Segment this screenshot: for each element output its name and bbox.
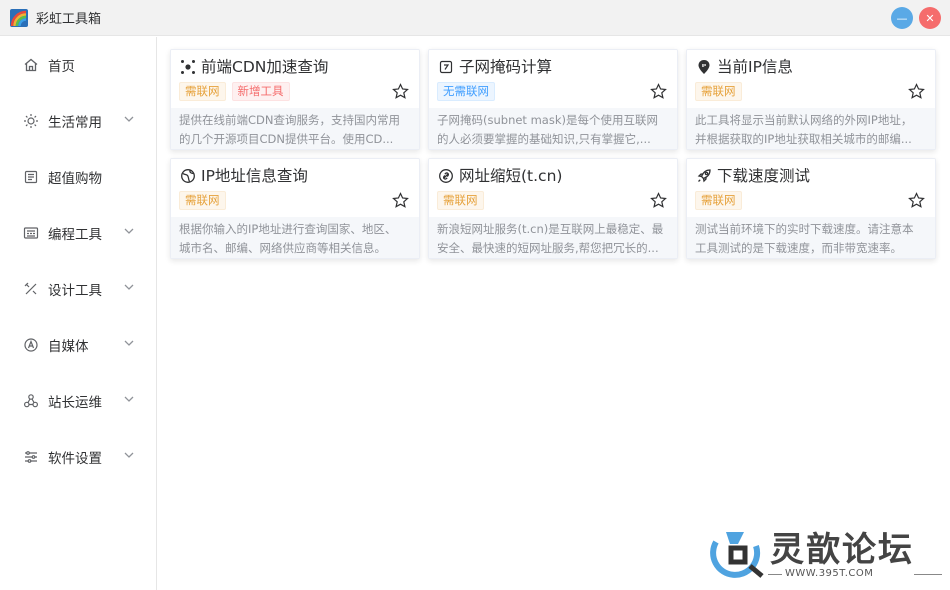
card-title: 子网掩码计算 — [459, 58, 553, 76]
card-title: IP地址信息查询 — [201, 167, 308, 185]
chevron-down-icon — [124, 340, 134, 346]
network-required-badge: 需联网 — [695, 191, 742, 210]
close-icon: ✕ — [925, 11, 935, 25]
card-description: 此工具将显示当前默认网络的外网IP地址， 并根据获取的IP地址获取相关城市的邮编… — [695, 113, 913, 146]
chevron-down-icon — [124, 116, 134, 122]
chevron-down-icon — [124, 396, 134, 402]
chevron-down-icon — [124, 228, 134, 234]
card-description: 测试当前环境下的实时下载速度。请注意本 工具测试的是下载速度，而非带宽速率。 — [695, 222, 914, 255]
title-bar: 彩虹工具箱 — ✕ — [0, 0, 950, 36]
card-description: 新浪短网址服务(t.cn)是互联网上最稳定、最 安全、最快速的短网址服务,帮您把… — [437, 222, 664, 255]
minimize-icon: — — [896, 11, 908, 25]
tool-card-cdn[interactable]: 前端CDN加速查询 需联网 新增工具 提供在线前端CDN查询服务，支持国内常用 … — [170, 49, 420, 150]
settings-icon — [22, 448, 40, 466]
sidebar-item-life[interactable]: 生活常用 — [0, 93, 156, 149]
tool-card-speed-test[interactable]: 下载速度测试 需联网 测试当前环境下的实时下载速度。请注意本 工具测试的是下载速… — [686, 158, 936, 259]
network-required-badge: 需联网 — [695, 82, 742, 101]
sidebar-item-label: 超值购物 — [48, 171, 102, 187]
tool-card-ip-lookup[interactable]: IP地址信息查询 需联网 根据你输入的IP地址进行查询国家、地区、 城市名、邮编… — [170, 158, 420, 259]
sidebar-item-label: 自媒体 — [48, 339, 89, 355]
tool-card-url-shortener[interactable]: 网址缩短(t.cn) 需联网 新浪短网址服务(t.cn)是互联网上最稳定、最 安… — [428, 158, 678, 259]
sidebar-item-ops[interactable]: 站长运维 — [0, 373, 156, 429]
media-icon — [22, 336, 40, 354]
sidebar-item-home[interactable]: 首页 — [0, 37, 156, 93]
code-icon — [22, 224, 40, 242]
sidebar-item-label: 编程工具 — [48, 227, 102, 243]
card-title: 当前IP信息 — [717, 58, 793, 76]
sidebar-item-settings[interactable]: 软件设置 — [0, 429, 156, 485]
app-title: 彩虹工具箱 — [36, 12, 102, 27]
card-description: 根据你输入的IP地址进行查询国家、地区、 城市名、邮编、网络供应商等相关信息。 — [179, 222, 397, 255]
home-icon — [22, 56, 40, 74]
minimize-button[interactable]: — — [891, 7, 913, 29]
star-icon[interactable] — [908, 83, 925, 100]
card-title: 网址缩短(t.cn) — [459, 167, 563, 185]
card-title: 前端CDN加速查询 — [201, 58, 329, 76]
rainbow-logo-icon — [10, 8, 28, 27]
design-icon — [22, 280, 40, 298]
card-description: 提供在线前端CDN查询服务，支持国内常用 的几个开源项目CDN提供平台。使用CD… — [179, 113, 400, 146]
rocket-icon — [696, 168, 712, 184]
globe-icon — [180, 168, 196, 184]
divider — [768, 574, 782, 575]
calculator-icon — [438, 59, 454, 75]
network-required-badge: 需联网 — [437, 191, 484, 210]
sidebar-item-label: 首页 — [48, 59, 75, 75]
ip-location-icon: IP — [696, 59, 712, 75]
close-button[interactable]: ✕ — [919, 7, 941, 29]
tool-grid: 前端CDN加速查询 需联网 新增工具 提供在线前端CDN查询服务，支持国内常用 … — [158, 37, 950, 590]
watermark: 灵歆论坛 WWW.395T.COM — [710, 520, 945, 582]
star-icon[interactable] — [650, 192, 667, 209]
sidebar-item-label: 站长运维 — [48, 395, 102, 411]
sidebar-item-design[interactable]: 设计工具 — [0, 261, 156, 317]
link-icon — [438, 168, 454, 184]
tool-card-subnet[interactable]: 子网掩码计算 无需联网 子网掩码(subnet mask)是每个使用互联网 的人… — [428, 49, 678, 150]
sidebar-item-shopping[interactable]: 超值购物 — [0, 149, 156, 205]
star-icon[interactable] — [650, 83, 667, 100]
star-icon[interactable] — [392, 83, 409, 100]
sidebar-item-programming[interactable]: 编程工具 — [0, 205, 156, 261]
chevron-down-icon — [124, 452, 134, 458]
sidebar-item-media[interactable]: 自媒体 — [0, 317, 156, 373]
shopping-icon — [22, 168, 40, 186]
network-required-badge: 需联网 — [179, 82, 226, 101]
svg-text:IP: IP — [702, 63, 706, 68]
offline-badge: 无需联网 — [437, 82, 495, 101]
star-icon[interactable] — [908, 192, 925, 209]
watermark-logo-icon — [710, 532, 764, 578]
watermark-url: WWW.395T.COM — [785, 568, 874, 579]
cdn-icon — [180, 59, 196, 75]
sidebar-item-label: 设计工具 — [48, 283, 102, 299]
sidebar-item-label: 软件设置 — [48, 451, 102, 467]
tool-card-current-ip[interactable]: IP 当前IP信息 需联网 此工具将显示当前默认网络的外网IP地址， 并根据获取… — [686, 49, 936, 150]
card-description: 子网掩码(subnet mask)是每个使用互联网 的人必须要掌握的基础知识,只… — [437, 113, 658, 146]
star-icon[interactable] — [392, 192, 409, 209]
watermark-text: 灵歆论坛 — [770, 530, 914, 570]
sidebar-item-label: 生活常用 — [48, 115, 102, 131]
sidebar: 首页 生活常用 超值购物 编程工具 设计工具 自媒体 站长运维 软件设置 — [0, 37, 157, 590]
network-required-badge: 需联网 — [179, 191, 226, 210]
divider — [914, 574, 942, 575]
ops-icon — [22, 392, 40, 410]
chevron-down-icon — [124, 284, 134, 290]
card-title: 下载速度测试 — [717, 167, 811, 185]
sun-icon — [22, 112, 40, 130]
new-tool-badge: 新增工具 — [231, 82, 290, 101]
